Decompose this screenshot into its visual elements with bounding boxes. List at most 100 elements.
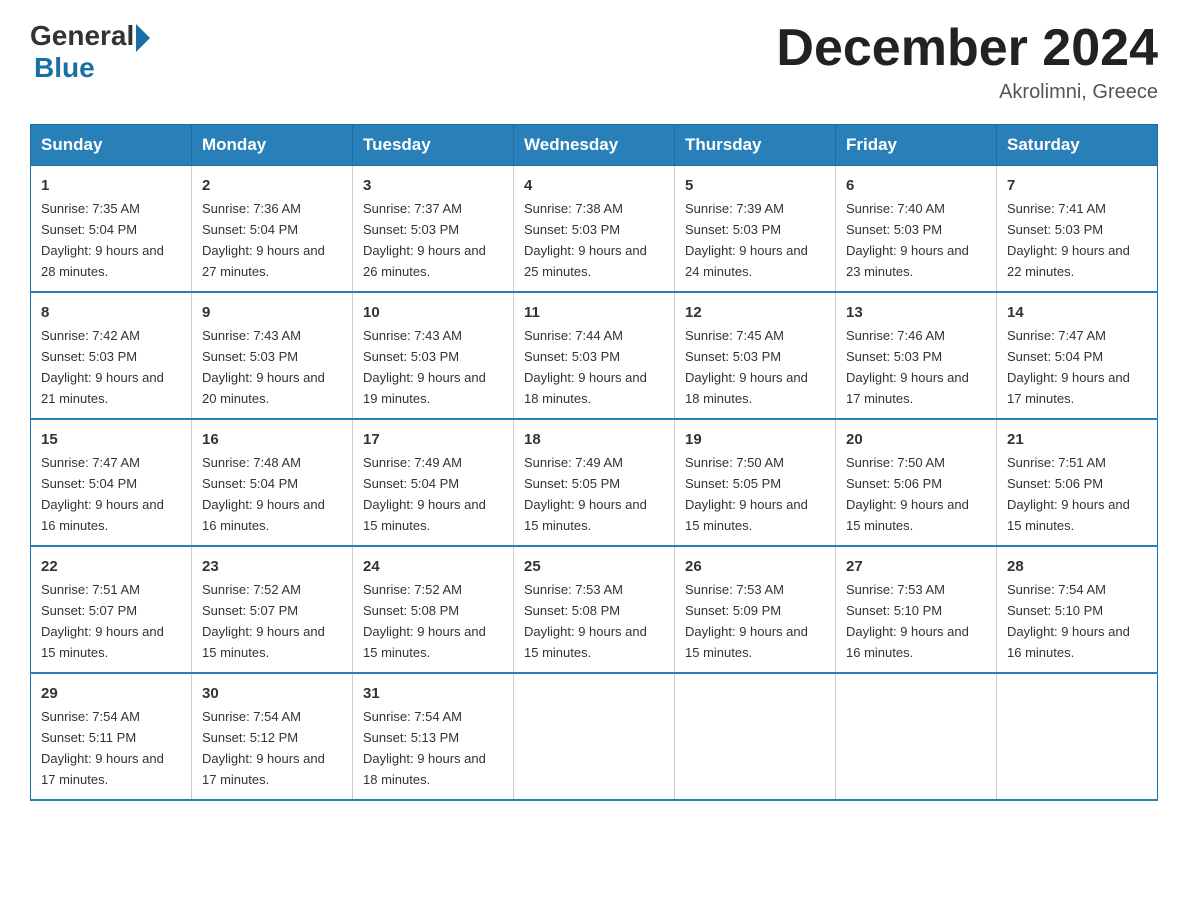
calendar-cell: 1 Sunrise: 7:35 AMSunset: 5:04 PMDayligh… — [31, 166, 192, 292]
calendar-cell: 15 Sunrise: 7:47 AMSunset: 5:04 PMDaylig… — [31, 419, 192, 546]
calendar-cell: 23 Sunrise: 7:52 AMSunset: 5:07 PMDaylig… — [192, 546, 353, 673]
day-number: 3 — [363, 174, 503, 197]
col-friday: Friday — [836, 125, 997, 166]
day-info: Sunrise: 7:53 AMSunset: 5:10 PMDaylight:… — [846, 582, 969, 660]
calendar-cell: 22 Sunrise: 7:51 AMSunset: 5:07 PMDaylig… — [31, 546, 192, 673]
calendar-week-row: 8 Sunrise: 7:42 AMSunset: 5:03 PMDayligh… — [31, 292, 1158, 419]
calendar-cell: 13 Sunrise: 7:46 AMSunset: 5:03 PMDaylig… — [836, 292, 997, 419]
day-info: Sunrise: 7:54 AMSunset: 5:13 PMDaylight:… — [363, 709, 486, 787]
day-number: 11 — [524, 301, 664, 324]
day-number: 21 — [1007, 428, 1147, 451]
day-info: Sunrise: 7:39 AMSunset: 5:03 PMDaylight:… — [685, 201, 808, 279]
day-info: Sunrise: 7:44 AMSunset: 5:03 PMDaylight:… — [524, 328, 647, 406]
calendar-cell: 3 Sunrise: 7:37 AMSunset: 5:03 PMDayligh… — [353, 166, 514, 292]
day-info: Sunrise: 7:43 AMSunset: 5:03 PMDaylight:… — [363, 328, 486, 406]
day-info: Sunrise: 7:36 AMSunset: 5:04 PMDaylight:… — [202, 201, 325, 279]
month-title: December 2024 — [776, 20, 1158, 77]
day-info: Sunrise: 7:52 AMSunset: 5:07 PMDaylight:… — [202, 582, 325, 660]
calendar-cell — [675, 673, 836, 800]
calendar-cell: 30 Sunrise: 7:54 AMSunset: 5:12 PMDaylig… — [192, 673, 353, 800]
day-number: 29 — [41, 682, 181, 705]
calendar-week-row: 1 Sunrise: 7:35 AMSunset: 5:04 PMDayligh… — [31, 166, 1158, 292]
day-number: 17 — [363, 428, 503, 451]
day-info: Sunrise: 7:51 AMSunset: 5:07 PMDaylight:… — [41, 582, 164, 660]
calendar-cell: 4 Sunrise: 7:38 AMSunset: 5:03 PMDayligh… — [514, 166, 675, 292]
day-number: 22 — [41, 555, 181, 578]
day-info: Sunrise: 7:54 AMSunset: 5:12 PMDaylight:… — [202, 709, 325, 787]
calendar-cell: 9 Sunrise: 7:43 AMSunset: 5:03 PMDayligh… — [192, 292, 353, 419]
calendar-body: 1 Sunrise: 7:35 AMSunset: 5:04 PMDayligh… — [31, 166, 1158, 800]
calendar-table: Sunday Monday Tuesday Wednesday Thursday… — [30, 124, 1158, 801]
calendar-cell: 6 Sunrise: 7:40 AMSunset: 5:03 PMDayligh… — [836, 166, 997, 292]
day-number: 16 — [202, 428, 342, 451]
day-number: 1 — [41, 174, 181, 197]
day-info: Sunrise: 7:35 AMSunset: 5:04 PMDaylight:… — [41, 201, 164, 279]
calendar-cell: 17 Sunrise: 7:49 AMSunset: 5:04 PMDaylig… — [353, 419, 514, 546]
page-header: General Blue December 2024 Akrolimni, Gr… — [30, 20, 1158, 104]
day-number: 26 — [685, 555, 825, 578]
logo-arrow-icon — [136, 24, 150, 52]
day-number: 12 — [685, 301, 825, 324]
col-wednesday: Wednesday — [514, 125, 675, 166]
day-number: 30 — [202, 682, 342, 705]
calendar-week-row: 15 Sunrise: 7:47 AMSunset: 5:04 PMDaylig… — [31, 419, 1158, 546]
calendar-cell: 10 Sunrise: 7:43 AMSunset: 5:03 PMDaylig… — [353, 292, 514, 419]
calendar-cell: 14 Sunrise: 7:47 AMSunset: 5:04 PMDaylig… — [997, 292, 1158, 419]
day-number: 24 — [363, 555, 503, 578]
calendar-week-row: 22 Sunrise: 7:51 AMSunset: 5:07 PMDaylig… — [31, 546, 1158, 673]
day-number: 18 — [524, 428, 664, 451]
logo: General Blue — [30, 20, 150, 84]
day-info: Sunrise: 7:41 AMSunset: 5:03 PMDaylight:… — [1007, 201, 1130, 279]
calendar-cell: 8 Sunrise: 7:42 AMSunset: 5:03 PMDayligh… — [31, 292, 192, 419]
calendar-header: Sunday Monday Tuesday Wednesday Thursday… — [31, 125, 1158, 166]
day-number: 6 — [846, 174, 986, 197]
calendar-cell: 21 Sunrise: 7:51 AMSunset: 5:06 PMDaylig… — [997, 419, 1158, 546]
day-info: Sunrise: 7:37 AMSunset: 5:03 PMDaylight:… — [363, 201, 486, 279]
calendar-cell: 5 Sunrise: 7:39 AMSunset: 5:03 PMDayligh… — [675, 166, 836, 292]
day-info: Sunrise: 7:45 AMSunset: 5:03 PMDaylight:… — [685, 328, 808, 406]
day-number: 13 — [846, 301, 986, 324]
location-text: Akrolimni, Greece — [776, 81, 1158, 104]
day-info: Sunrise: 7:53 AMSunset: 5:08 PMDaylight:… — [524, 582, 647, 660]
day-number: 23 — [202, 555, 342, 578]
calendar-cell: 25 Sunrise: 7:53 AMSunset: 5:08 PMDaylig… — [514, 546, 675, 673]
calendar-cell: 27 Sunrise: 7:53 AMSunset: 5:10 PMDaylig… — [836, 546, 997, 673]
calendar-cell: 18 Sunrise: 7:49 AMSunset: 5:05 PMDaylig… — [514, 419, 675, 546]
day-info: Sunrise: 7:47 AMSunset: 5:04 PMDaylight:… — [1007, 328, 1130, 406]
logo-general-text: General — [30, 20, 134, 52]
calendar-cell: 7 Sunrise: 7:41 AMSunset: 5:03 PMDayligh… — [997, 166, 1158, 292]
col-saturday: Saturday — [997, 125, 1158, 166]
day-info: Sunrise: 7:40 AMSunset: 5:03 PMDaylight:… — [846, 201, 969, 279]
day-number: 19 — [685, 428, 825, 451]
logo-blue-text: Blue — [34, 52, 150, 84]
day-info: Sunrise: 7:47 AMSunset: 5:04 PMDaylight:… — [41, 455, 164, 533]
day-info: Sunrise: 7:51 AMSunset: 5:06 PMDaylight:… — [1007, 455, 1130, 533]
day-info: Sunrise: 7:48 AMSunset: 5:04 PMDaylight:… — [202, 455, 325, 533]
day-number: 27 — [846, 555, 986, 578]
day-number: 31 — [363, 682, 503, 705]
col-thursday: Thursday — [675, 125, 836, 166]
day-number: 8 — [41, 301, 181, 324]
day-info: Sunrise: 7:42 AMSunset: 5:03 PMDaylight:… — [41, 328, 164, 406]
day-number: 28 — [1007, 555, 1147, 578]
day-number: 25 — [524, 555, 664, 578]
day-info: Sunrise: 7:50 AMSunset: 5:06 PMDaylight:… — [846, 455, 969, 533]
calendar-cell: 26 Sunrise: 7:53 AMSunset: 5:09 PMDaylig… — [675, 546, 836, 673]
calendar-cell: 19 Sunrise: 7:50 AMSunset: 5:05 PMDaylig… — [675, 419, 836, 546]
calendar-cell — [836, 673, 997, 800]
day-info: Sunrise: 7:53 AMSunset: 5:09 PMDaylight:… — [685, 582, 808, 660]
calendar-cell: 20 Sunrise: 7:50 AMSunset: 5:06 PMDaylig… — [836, 419, 997, 546]
day-number: 5 — [685, 174, 825, 197]
calendar-cell — [997, 673, 1158, 800]
day-number: 2 — [202, 174, 342, 197]
calendar-cell: 11 Sunrise: 7:44 AMSunset: 5:03 PMDaylig… — [514, 292, 675, 419]
day-info: Sunrise: 7:52 AMSunset: 5:08 PMDaylight:… — [363, 582, 486, 660]
calendar-week-row: 29 Sunrise: 7:54 AMSunset: 5:11 PMDaylig… — [31, 673, 1158, 800]
day-info: Sunrise: 7:38 AMSunset: 5:03 PMDaylight:… — [524, 201, 647, 279]
days-of-week-row: Sunday Monday Tuesday Wednesday Thursday… — [31, 125, 1158, 166]
col-monday: Monday — [192, 125, 353, 166]
col-tuesday: Tuesday — [353, 125, 514, 166]
calendar-cell: 16 Sunrise: 7:48 AMSunset: 5:04 PMDaylig… — [192, 419, 353, 546]
calendar-cell: 12 Sunrise: 7:45 AMSunset: 5:03 PMDaylig… — [675, 292, 836, 419]
day-number: 10 — [363, 301, 503, 324]
